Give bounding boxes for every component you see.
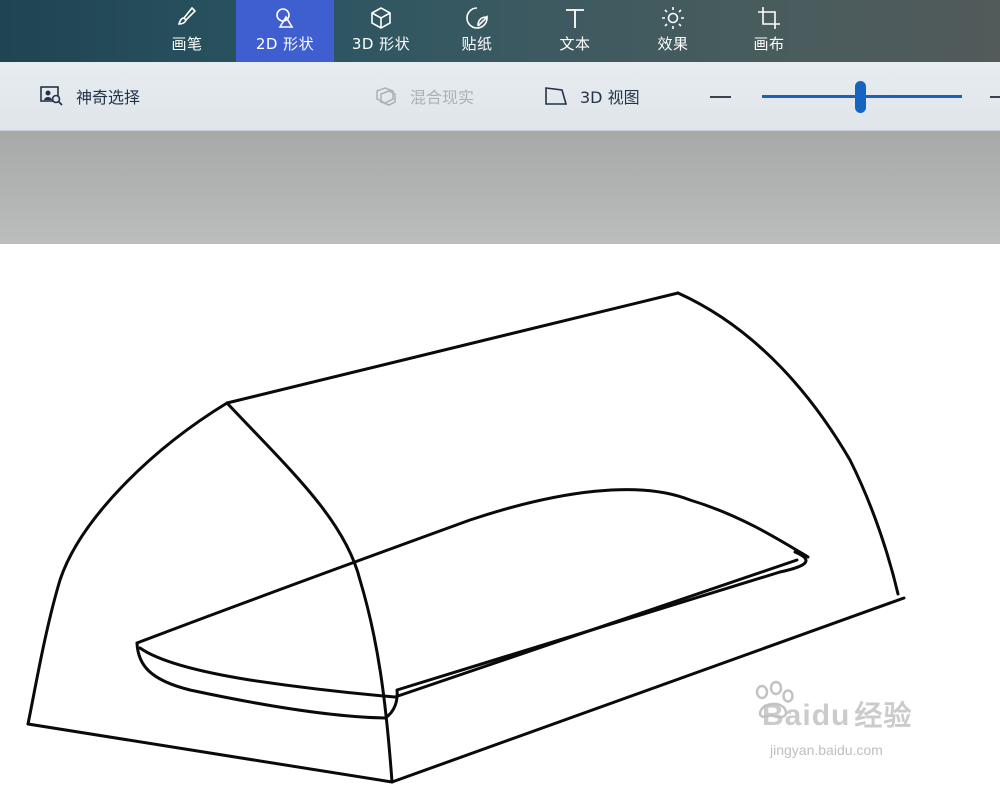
cube-3d-icon [371,7,391,29]
sketch-left-arch [26,401,229,726]
mixed-reality-icon [376,87,396,106]
watermark-brand-cn: 经验 [854,700,913,731]
magic-select-button[interactable]: 神奇选择 [40,62,140,130]
baidu-watermark: Baidu 经验 jingyan.baidu.com [750,680,950,780]
sketch-arch-edge [225,401,394,784]
view-3d-icon [545,87,568,105]
sketch-bottom-left [26,722,394,784]
tab-2d-shapes-label: 2D 形状 [255,35,315,53]
tab-effects[interactable]: 效果 [624,0,722,62]
drawing-canvas[interactable]: Baidu 经验 jingyan.baidu.com [0,244,1000,791]
tab-brush[interactable]: 画笔 [138,0,236,62]
mixed-reality-button[interactable]: 混合现实 [374,62,474,130]
tab-effects-label: 效果 [657,35,689,53]
zoom-slider-thumb[interactable] [855,81,866,113]
magic-select-label: 神奇选择 [76,88,141,107]
zoom-out-minus-icon[interactable] [710,96,731,98]
watermark-brand-bai: Bai [762,699,812,732]
sketch-cushion-edge [138,558,799,699]
effects-sun-icon [662,7,684,29]
magic-select-icon [40,86,63,106]
brush-icon [177,6,197,25]
view-3d-button[interactable]: 3D 视图 [544,62,640,130]
view-3d-label: 3D 视图 [580,88,640,107]
mixed-reality-label: 混合现实 [410,88,475,107]
watermark-brand: Baidu 经验 [762,694,912,734]
tab-canvas-label: 画布 [753,35,785,53]
ribbon: 画笔 2D 形状 3D 形状 贴纸 文本 效果 画布 [0,0,1000,62]
shapes-2d-icon [276,8,294,28]
sketch-right-arch [676,291,900,596]
watermark-brand-du: du [811,699,851,732]
sketch-ridge-line [225,291,680,405]
watermark-url: jingyan.baidu.com [770,742,883,758]
tab-3d-shapes[interactable]: 3D 形状 [332,0,430,62]
sticker-icon [466,7,488,29]
tab-text[interactable]: 文本 [526,0,624,62]
workspace-background [0,131,1000,244]
tab-brush-label: 画笔 [171,35,203,53]
tab-2d-shapes[interactable]: 2D 形状 [236,0,334,62]
tab-canvas[interactable]: 画布 [720,0,818,62]
text-icon [566,9,584,28]
tab-3d-shapes-label: 3D 形状 [351,35,411,53]
tab-stickers-label: 贴纸 [461,35,493,53]
tab-text-label: 文本 [559,35,591,53]
sketch-cushion-bottom [135,550,808,720]
tab-stickers[interactable]: 贴纸 [428,0,526,62]
zoom-in-plus-icon[interactable] [990,96,1000,98]
canvas-crop-icon [758,7,780,29]
sketch-cushion-top [135,488,810,645]
